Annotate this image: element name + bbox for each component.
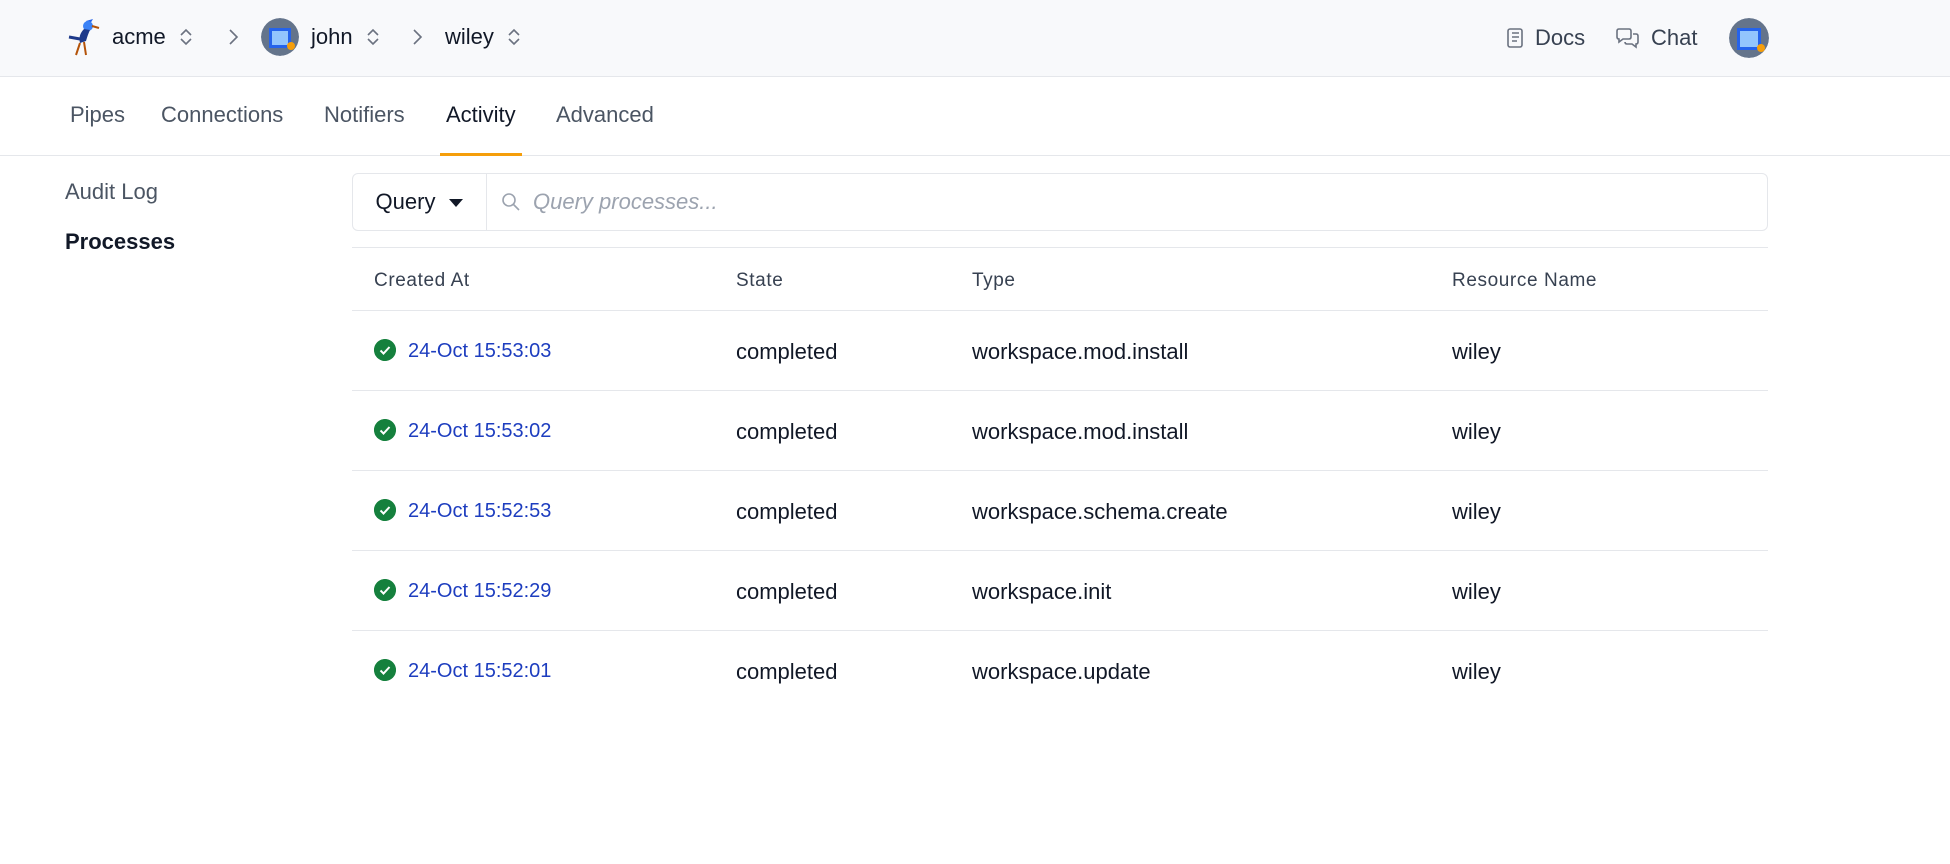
resource-cell: wiley	[1452, 499, 1501, 524]
chevron-right-icon	[413, 29, 423, 45]
check-circle-icon	[374, 339, 396, 361]
user-avatar	[261, 18, 299, 56]
table-row: 24-Oct 15:53:03 completed workspace.mod.…	[352, 311, 1768, 391]
search-wrapper	[487, 174, 1767, 230]
roadrunner-logo-icon	[68, 19, 100, 56]
table-row: 24-Oct 15:52:53 completed workspace.sche…	[352, 471, 1768, 551]
check-circle-icon	[374, 579, 396, 601]
created-at-link[interactable]: 24-Oct 15:52:29	[408, 580, 551, 603]
resource-cell: wiley	[1452, 579, 1501, 604]
column-header-type[interactable]: Type	[972, 270, 1016, 292]
tab-notifiers[interactable]: Notifiers	[324, 77, 405, 155]
type-cell: workspace.mod.install	[972, 339, 1189, 364]
top-bar: acme john wiley Docs Chat	[0, 0, 1950, 77]
created-at-link[interactable]: 24-Oct 15:53:02	[408, 420, 551, 443]
column-header-created-at[interactable]: Created At	[374, 270, 470, 292]
table-header: Created At State Type Resource Name	[352, 248, 1768, 311]
created-at-link[interactable]: 24-Oct 15:53:03	[408, 340, 551, 363]
search-icon	[502, 193, 520, 211]
side-nav-audit-log[interactable]: Audit Log	[65, 179, 158, 205]
processes-table: Created At State Type Resource Name 24-O…	[352, 247, 1768, 711]
state-cell: completed	[736, 339, 838, 364]
state-cell: completed	[736, 499, 838, 524]
query-bar: Query	[352, 173, 1768, 231]
type-cell: workspace.mod.install	[972, 419, 1189, 444]
created-at-link[interactable]: 24-Oct 15:52:53	[408, 500, 551, 523]
state-cell: completed	[736, 659, 838, 684]
docs-link[interactable]: Docs	[1505, 20, 1585, 56]
state-cell: completed	[736, 419, 838, 444]
type-cell: workspace.init	[972, 579, 1112, 604]
tab-activity[interactable]: Activity	[440, 77, 522, 156]
switcher-icon[interactable]	[365, 26, 381, 48]
tab-pipes[interactable]: Pipes	[70, 77, 125, 155]
chat-label[interactable]: Chat	[1651, 25, 1697, 51]
table-row: 24-Oct 15:52:29 completed workspace.init…	[352, 551, 1768, 631]
book-icon	[1507, 28, 1523, 48]
tab-bar: Pipes Connections Notifiers Activity Adv…	[0, 77, 1950, 156]
tab-advanced[interactable]: Advanced	[556, 77, 654, 155]
resource-cell: wiley	[1452, 419, 1501, 444]
resource-cell: wiley	[1452, 659, 1501, 684]
query-input[interactable]	[533, 189, 1733, 215]
resource-cell: wiley	[1452, 339, 1501, 364]
created-at-link[interactable]: 24-Oct 15:52:01	[408, 660, 551, 683]
query-button-label: Query	[375, 189, 436, 214]
account-avatar[interactable]	[1729, 18, 1769, 58]
chevron-right-icon	[229, 29, 239, 45]
check-circle-icon	[374, 419, 396, 441]
docs-label[interactable]: Docs	[1535, 25, 1585, 51]
state-cell: completed	[736, 579, 838, 604]
user-name[interactable]: john	[311, 24, 353, 50]
breadcrumb-workspace[interactable]: wiley	[445, 17, 522, 57]
chat-bubbles-icon	[1616, 28, 1639, 49]
switcher-icon[interactable]	[178, 26, 194, 48]
table-row: 24-Oct 15:53:02 completed workspace.mod.…	[352, 391, 1768, 471]
query-dropdown-button[interactable]: Query	[353, 174, 487, 230]
caret-down-icon	[449, 199, 464, 207]
column-header-state[interactable]: State	[736, 270, 783, 292]
check-circle-icon	[374, 499, 396, 521]
check-circle-icon	[374, 659, 396, 681]
type-cell: workspace.schema.create	[972, 499, 1228, 524]
breadcrumb-org[interactable]: acme	[66, 17, 194, 57]
chat-link[interactable]: Chat	[1615, 20, 1697, 56]
column-header-resource-name[interactable]: Resource Name	[1452, 270, 1597, 292]
org-name[interactable]: acme	[112, 24, 166, 50]
type-cell: workspace.update	[972, 659, 1151, 684]
switcher-icon[interactable]	[506, 26, 522, 48]
tab-connections[interactable]: Connections	[161, 77, 283, 155]
side-nav-processes[interactable]: Processes	[65, 229, 175, 255]
table-row: 24-Oct 15:52:01 completed workspace.upda…	[352, 631, 1768, 711]
workspace-name[interactable]: wiley	[445, 24, 494, 50]
breadcrumb-user[interactable]: john	[261, 17, 381, 57]
